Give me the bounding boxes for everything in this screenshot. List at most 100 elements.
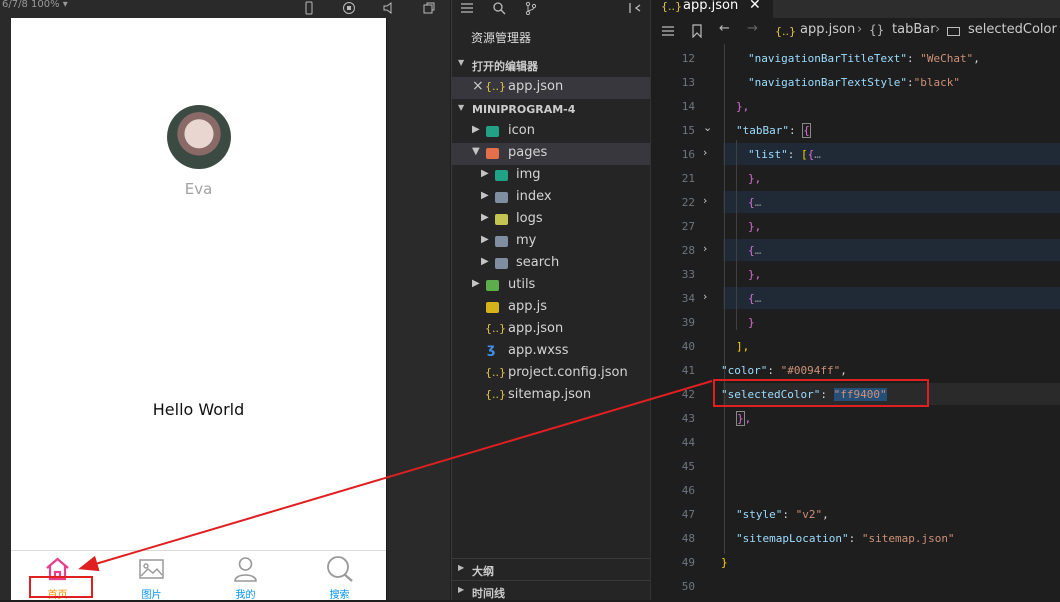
simulator-toolbar: 6/7/8 100% ▾ xyxy=(0,0,450,18)
tab-search[interactable]: 搜索 xyxy=(293,551,386,600)
chevron-right-icon[interactable]: › xyxy=(703,194,715,207)
code-line-39[interactable]: } xyxy=(748,316,755,329)
json-file-icon: {..} xyxy=(661,0,682,13)
tree-item-sitemap[interactable]: {..} sitemap.json xyxy=(452,385,651,407)
breadcrumb: ← → {..} app.json › {} tabBar › selected… xyxy=(651,20,1060,44)
highlight-box-selected-color xyxy=(713,379,929,407)
tree-item-app-wxss[interactable]: ʒ app.wxss xyxy=(452,341,651,363)
chevron-down-icon: ▼ xyxy=(458,103,465,112)
open-editor-item[interactable]: × {..} app.json xyxy=(452,77,651,99)
tree-item-project-config[interactable]: {..} project.config.json xyxy=(452,363,651,385)
tree-item-icon[interactable]: ▶ icon xyxy=(452,121,651,143)
project-section[interactable]: ▼ MINIPROGRAM-4 xyxy=(452,99,651,121)
chevron-right-icon: ▶ xyxy=(472,124,480,135)
folder-icon xyxy=(495,214,508,225)
outline-section[interactable]: ▶ 大纲 xyxy=(452,558,651,580)
chevron-down-icon: ▼ xyxy=(472,146,480,157)
tab-image[interactable]: 图片 xyxy=(105,551,198,600)
property-icon xyxy=(947,27,960,36)
indent-guide xyxy=(736,140,737,330)
chevron-right-icon: ▶ xyxy=(481,212,489,223)
breadcrumb-prop[interactable]: selectedColor xyxy=(968,22,1057,37)
code-line-16[interactable]: "list": [{… xyxy=(748,148,821,161)
folder-icon xyxy=(495,170,508,181)
explorer-panel: 资源管理器 ▼ 打开的编辑器 × {..} app.json ▼ MINIPRO… xyxy=(451,0,651,602)
forward-arrow-icon[interactable]: → xyxy=(747,21,758,36)
tree-item-search[interactable]: ▶ search xyxy=(452,253,651,275)
folder-icon xyxy=(486,126,499,137)
phone-icon[interactable] xyxy=(302,1,316,15)
copy-icon[interactable] xyxy=(422,1,436,15)
list-icon[interactable] xyxy=(460,1,474,15)
tree-item-app-json[interactable]: {..} app.json xyxy=(452,319,651,341)
explorer-toolbar xyxy=(452,0,651,18)
search-icon[interactable] xyxy=(492,1,506,15)
braces-icon: {} xyxy=(869,23,885,37)
close-icon[interactable]: ✕ xyxy=(749,0,761,13)
breadcrumb-object[interactable]: tabBar xyxy=(892,22,936,37)
line-number: 12 xyxy=(681,52,695,65)
chevron-right-icon: ▶ xyxy=(481,168,489,179)
chevron-right-icon[interactable]: › xyxy=(703,290,715,303)
tree-item-logs[interactable]: ▶ logs xyxy=(452,209,651,231)
device-zoom-select[interactable]: 6/7/8 100% ▾ xyxy=(2,0,68,10)
editor-tab-app-json[interactable]: {..} app.json ✕ xyxy=(651,0,773,18)
tree-item-pages[interactable]: ▼ pages xyxy=(452,143,651,165)
line-number: 45 xyxy=(681,460,695,473)
line-number: 46 xyxy=(681,484,695,497)
tree-item-utils[interactable]: ▶ utils xyxy=(452,275,651,297)
code-editor: {..} app.json ✕ ← → {..} app.json › {} t… xyxy=(650,0,1060,600)
chevron-right-icon: ▶ xyxy=(481,234,489,245)
tab-my[interactable]: 我的 xyxy=(199,551,292,600)
code-line-15[interactable]: "tabBar": { xyxy=(736,123,811,138)
code-line-40[interactable]: ], xyxy=(736,340,749,353)
line-number: 42 xyxy=(681,388,695,401)
code-line-48[interactable]: "sitemapLocation": "sitemap.json" xyxy=(736,532,955,545)
tree-item-my[interactable]: ▶ my xyxy=(452,231,651,253)
code-line-27[interactable]: }, xyxy=(748,220,761,233)
line-number: 40 xyxy=(681,340,695,353)
folder-icon xyxy=(495,192,508,203)
chevron-down-icon[interactable]: ⌄ xyxy=(703,121,715,134)
json-file-icon: {..} xyxy=(485,322,506,335)
tree-item-img[interactable]: ▶ img xyxy=(452,165,651,187)
code-line-13[interactable]: "navigationBarTextStyle":"black" xyxy=(748,76,960,89)
chevron-right-icon[interactable]: › xyxy=(703,146,715,159)
editor-tab-strip: {..} app.json ✕ xyxy=(651,0,1060,18)
code-line-22[interactable]: {… xyxy=(748,196,761,209)
collapse-panel-icon[interactable] xyxy=(628,1,644,15)
user-icon xyxy=(234,557,257,582)
line-number: 48 xyxy=(681,532,695,545)
back-arrow-icon[interactable]: ← xyxy=(719,21,730,36)
tree-item-app-js[interactable]: app.js xyxy=(452,297,651,319)
git-branch-icon[interactable] xyxy=(524,1,538,15)
bookmark-icon[interactable] xyxy=(691,24,703,38)
json-file-icon: {..} xyxy=(485,388,506,401)
code-line-47[interactable]: "style": "v2", xyxy=(736,508,829,521)
breadcrumb-file[interactable]: app.json xyxy=(800,22,855,37)
chevron-right-icon[interactable]: › xyxy=(703,242,715,255)
code-line-34[interactable]: {… xyxy=(748,292,761,305)
code-line-49[interactable]: } xyxy=(721,556,728,569)
list-icon[interactable] xyxy=(661,25,675,37)
open-editors-section[interactable]: ▼ 打开的编辑器 xyxy=(452,54,651,76)
code-line-14[interactable]: }, xyxy=(736,100,749,113)
line-number: 21 xyxy=(681,172,695,185)
code-line-43[interactable]: }, xyxy=(736,411,751,426)
avatar[interactable] xyxy=(167,105,231,169)
explorer-title: 资源管理器 xyxy=(471,31,532,45)
code-line-33[interactable]: }, xyxy=(748,268,761,281)
code-line-28[interactable]: {… xyxy=(748,244,761,257)
tree-item-index[interactable]: ▶ index xyxy=(452,187,651,209)
stop-icon[interactable] xyxy=(342,1,356,15)
search-icon xyxy=(327,556,353,582)
code-line-12[interactable]: "navigationBarTitleText": "WeChat", xyxy=(748,52,980,65)
simulator-side-gap xyxy=(386,18,450,600)
timeline-section[interactable]: ▶ 时间线 xyxy=(452,580,651,602)
chevron-right-icon: ▶ xyxy=(458,585,465,594)
close-icon[interactable]: × xyxy=(472,78,484,94)
code-line-21[interactable]: }, xyxy=(748,172,761,185)
speaker-icon[interactable] xyxy=(382,1,396,15)
image-icon xyxy=(139,559,164,579)
code-line-41[interactable]: "color": "#0094ff", xyxy=(721,364,847,377)
